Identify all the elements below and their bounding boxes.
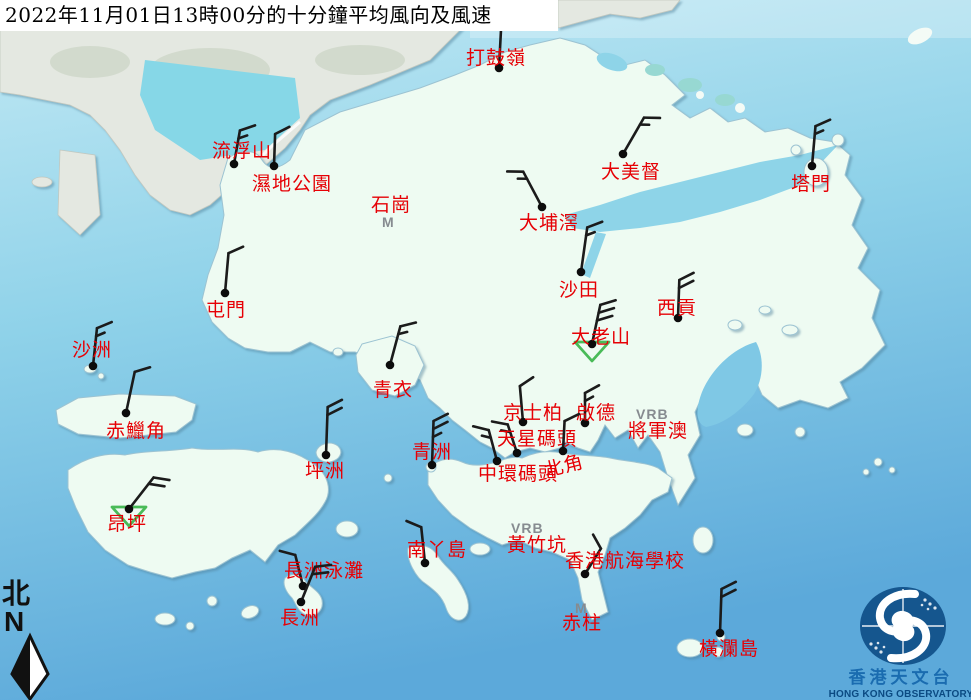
wind-map-screenshot: 打鼓嶺流浮山濕地公園石崗M大美督塔門大埔滘沙田西貢大老山屯門沙洲赤鱲角青衣京士柏…	[0, 0, 971, 700]
hko-logo-chinese-name: 香港天文台	[826, 663, 971, 688]
station-label: 大老山	[571, 326, 631, 348]
station-label: 流浮山	[212, 140, 272, 162]
station-label: 黃竹坑	[507, 534, 567, 556]
station-label: 打鼓嶺	[466, 47, 526, 69]
hko-logo-english-name: HONG KONG OBSERVATORY	[826, 689, 971, 700]
station-label: 長洲泳灘	[284, 560, 364, 582]
station-label: 香港航海學校	[565, 550, 685, 572]
station-label: 將軍澳	[628, 420, 688, 442]
station-label: 青洲	[412, 441, 452, 463]
station-dot	[808, 162, 817, 171]
north-indicator: 北 N	[2, 580, 30, 636]
station-label: 青衣	[373, 379, 413, 401]
station-note-vrb: VRB	[511, 520, 544, 536]
station-dot	[619, 150, 628, 159]
station-dot	[297, 598, 306, 607]
station-label: 京士柏	[503, 402, 563, 424]
station-dot	[221, 289, 230, 298]
station-label: 沙田	[559, 279, 599, 301]
station-label: 石崗	[371, 194, 411, 216]
station-note-m: M	[382, 214, 395, 230]
station-label: 長洲	[280, 607, 320, 629]
hko-logo-caption: 香港天文台 HONG KONG OBSERVATORY	[826, 663, 971, 700]
station-note-m: M	[575, 600, 588, 616]
station-dot	[125, 505, 134, 514]
station-label: 大美督	[601, 161, 661, 183]
station-label: 大埔滘	[519, 212, 579, 234]
station-label: 屯門	[206, 299, 246, 321]
station-note-vrb: VRB	[636, 406, 669, 422]
station-label: 西貢	[657, 297, 697, 319]
station-label: 赤鱲角	[106, 420, 166, 442]
station-label: 啟德	[576, 402, 616, 424]
station-dot	[386, 361, 395, 370]
station-label: 坪洲	[305, 460, 345, 482]
station-label: 濕地公園	[252, 173, 332, 195]
station-label: 昂坪	[107, 513, 147, 535]
station-dot	[716, 629, 725, 638]
station-dot	[538, 203, 547, 212]
station-dot	[270, 162, 279, 171]
station-label: 塔門	[791, 173, 831, 195]
station-dot	[322, 451, 331, 460]
station-dot	[577, 268, 586, 277]
station-label: 沙洲	[72, 339, 112, 361]
north-hanzi-label: 北	[2, 580, 30, 608]
station-dot	[122, 409, 131, 418]
hong-kong-wind-map: 打鼓嶺流浮山濕地公園石崗M大美督塔門大埔滘沙田西貢大老山屯門沙洲赤鱲角青衣京士柏…	[0, 0, 971, 700]
station-label: 南丫島	[407, 539, 467, 561]
hko-logo-icon	[860, 587, 946, 665]
station-label: 橫瀾島	[699, 638, 759, 660]
map-title: 2022年11月01日13時00分的十分鐘平均風向及風速	[0, 0, 558, 31]
north-letter-label: N	[4, 608, 30, 636]
station-dot	[89, 362, 98, 371]
